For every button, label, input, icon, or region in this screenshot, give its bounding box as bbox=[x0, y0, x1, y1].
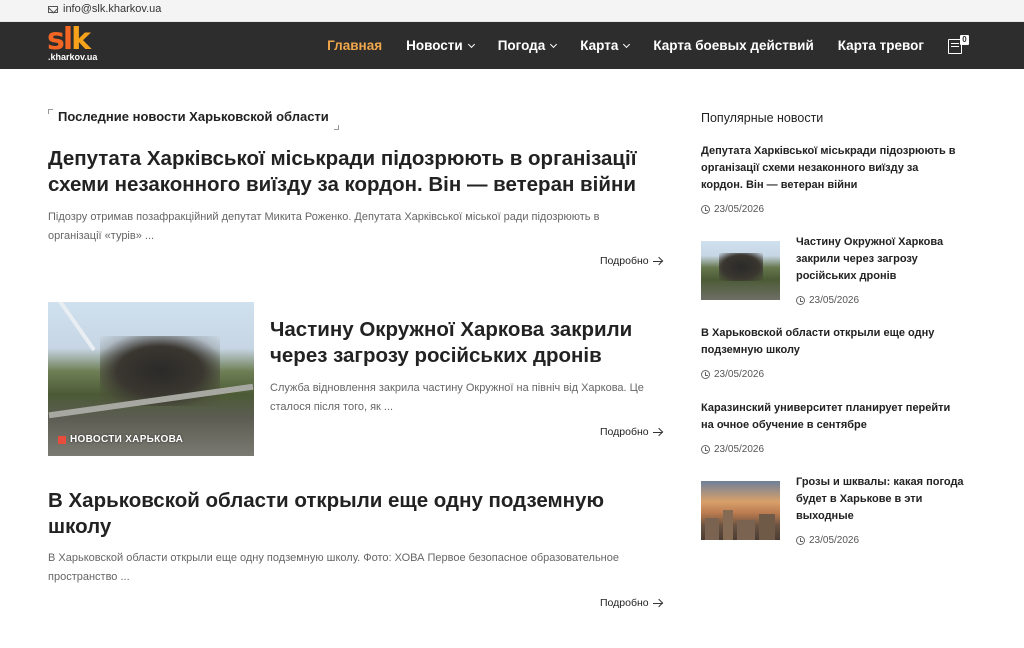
nav-item-label: Погода bbox=[497, 38, 546, 53]
popular-item-title[interactable]: Каразинский университет планирует перейт… bbox=[701, 400, 966, 434]
date-text: 23/05/2026 bbox=[714, 444, 765, 455]
nav-item-label: Карта bbox=[580, 38, 619, 53]
nav-item-alert-map[interactable]: Карта тревог bbox=[838, 38, 924, 53]
popular-item-date: 23/05/2026 bbox=[701, 441, 966, 458]
popular-item-title[interactable]: Частину Окружної Харкова закрили через з… bbox=[796, 234, 956, 285]
arrow-right-icon bbox=[652, 431, 662, 433]
article-card: Частину Окружної Харкова закрили через з… bbox=[270, 317, 660, 417]
nav-item-label: Новости bbox=[406, 38, 463, 53]
nav-item-weather[interactable]: Погода bbox=[497, 38, 558, 53]
popular-item-title[interactable]: Грозы и шквалы: какая погода будет в Хар… bbox=[796, 474, 966, 525]
thumbnail-building bbox=[737, 520, 755, 540]
popular-item-date: 23/05/2026 bbox=[701, 201, 961, 218]
nav-item-label: Карта боевых действий bbox=[653, 38, 814, 53]
arrow-right-icon bbox=[652, 602, 662, 604]
corner-bracket-top-left bbox=[48, 109, 53, 114]
category-badge[interactable]: НОВОСТИ ХАРЬКОВА bbox=[58, 434, 183, 445]
popular-item-date: 23/05/2026 bbox=[796, 292, 956, 309]
thumbnail-vehicle bbox=[719, 253, 763, 281]
thumbnail-building bbox=[759, 514, 775, 540]
top-bar: info@slk.kharkov.ua bbox=[0, 0, 1024, 22]
popular-item: В Харьковской области открыли еще одну п… bbox=[701, 325, 941, 383]
nav-item-war-map[interactable]: Карта боевых действий bbox=[653, 38, 813, 53]
article-title[interactable]: В Харьковской области открыли еще одну п… bbox=[48, 488, 668, 540]
nav-item-news[interactable]: Новости bbox=[406, 38, 475, 53]
popular-item-date: 23/05/2026 bbox=[796, 532, 966, 549]
thumbnail-building bbox=[705, 518, 719, 540]
bookmark-count-badge: 0 bbox=[960, 34, 969, 45]
article-title[interactable]: Депутата Харківської міськради підозрюют… bbox=[48, 146, 648, 198]
popular-item-title[interactable]: Депутата Харківської міськради підозрюют… bbox=[701, 143, 961, 194]
clock-icon bbox=[796, 296, 805, 305]
category-label: НОВОСТИ ХАРЬКОВА bbox=[70, 434, 184, 445]
popular-item-date: 23/05/2026 bbox=[701, 366, 941, 383]
article-thumbnail[interactable]: НОВОСТИ ХАРЬКОВА bbox=[48, 302, 254, 456]
main-navigation: slk .kharkov.ua Главная Новости Погода К… bbox=[0, 22, 1024, 69]
envelope-icon bbox=[48, 5, 58, 13]
article-excerpt: Служба відновлення закрила частину Окруж… bbox=[270, 382, 644, 413]
article-excerpt: Підозру отримав позафракційний депутат М… bbox=[48, 211, 600, 242]
chevron-down-icon bbox=[623, 40, 631, 48]
bookmarks-button[interactable]: 0 bbox=[948, 34, 969, 55]
book-lines bbox=[951, 42, 959, 44]
site-logo[interactable]: slk .kharkov.ua bbox=[47, 22, 105, 64]
article-card: В Харьковской области открыли еще одну п… bbox=[48, 488, 668, 540]
clock-icon bbox=[701, 205, 710, 214]
popular-item-thumbnail[interactable] bbox=[701, 241, 780, 300]
read-more-link[interactable]: Подробно bbox=[600, 597, 662, 609]
nav-menu: Главная Новости Погода Карта Карта боевы… bbox=[303, 22, 1024, 69]
date-text: 23/05/2026 bbox=[809, 295, 860, 306]
article-card: Депутата Харківської міськради підозрюют… bbox=[48, 146, 648, 246]
date-text: 23/05/2026 bbox=[714, 204, 765, 215]
section-title: Последние новости Харьковской области bbox=[48, 107, 339, 130]
article-excerpt: В Харьковской области открыли еще одну п… bbox=[48, 552, 619, 583]
sidebar-title: Популярные новости bbox=[701, 111, 824, 125]
nav-item-label: Карта тревог bbox=[837, 38, 924, 53]
article-title[interactable]: Частину Окружної Харкова закрили через з… bbox=[270, 317, 660, 369]
popular-item-thumbnail[interactable] bbox=[701, 481, 780, 540]
clock-icon bbox=[701, 370, 710, 379]
date-text: 23/05/2026 bbox=[714, 369, 765, 380]
popular-item: Депутата Харківської міськради підозрюют… bbox=[701, 143, 961, 218]
popular-item-title[interactable]: В Харьковской области открыли еще одну п… bbox=[701, 325, 941, 359]
read-more-link[interactable]: Подробно bbox=[600, 255, 662, 267]
read-more-link[interactable]: Подробно bbox=[600, 426, 662, 438]
nav-item-label: Главная bbox=[327, 38, 383, 53]
read-more-label: Подробно bbox=[600, 597, 649, 609]
read-more-label: Подробно bbox=[600, 426, 649, 438]
email-text[interactable]: info@slk.kharkov.ua bbox=[63, 3, 161, 15]
contact-email[interactable]: info@slk.kharkov.ua bbox=[48, 3, 161, 15]
thumbnail-pole bbox=[58, 302, 96, 352]
nav-item-home[interactable]: Главная bbox=[327, 38, 382, 53]
clock-icon bbox=[701, 445, 710, 454]
corner-bracket-bottom-right bbox=[333, 125, 339, 130]
popular-item: Грозы и шквалы: какая погода будет в Хар… bbox=[796, 474, 966, 549]
chevron-down-icon bbox=[550, 40, 558, 48]
popular-item: Каразинский университет планирует перейт… bbox=[701, 400, 966, 458]
date-text: 23/05/2026 bbox=[809, 535, 860, 546]
clock-icon bbox=[796, 536, 805, 545]
logo-domain: .kharkov.ua bbox=[48, 52, 98, 62]
read-more-label: Подробно bbox=[600, 255, 649, 267]
popular-item: Частину Окружної Харкова закрили через з… bbox=[796, 234, 956, 309]
nav-item-map[interactable]: Карта bbox=[580, 38, 631, 53]
section-title-text: Последние новости Харьковской области bbox=[58, 109, 329, 124]
chevron-down-icon bbox=[467, 40, 475, 48]
thumbnail-building bbox=[723, 510, 733, 540]
arrow-right-icon bbox=[652, 260, 662, 262]
category-square-icon bbox=[58, 435, 66, 444]
